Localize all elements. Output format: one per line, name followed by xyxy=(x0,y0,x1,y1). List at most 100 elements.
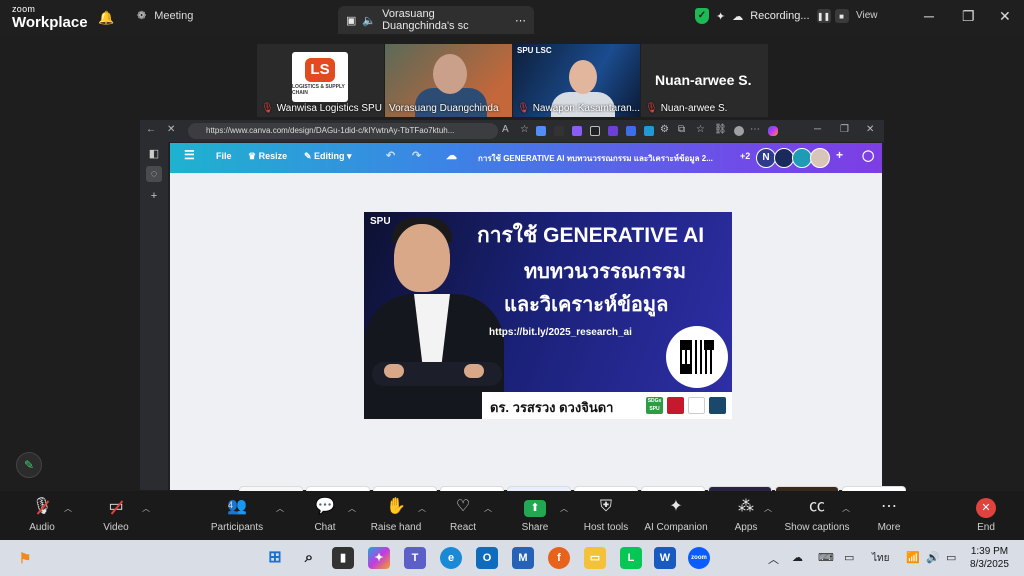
raise-hand-button[interactable]: ✋ Raise hand xyxy=(370,497,422,533)
react-button[interactable]: ♡ React xyxy=(448,497,478,533)
link-icon[interactable]: ⛓ xyxy=(714,124,727,135)
chevron-up-icon[interactable]: ︿ xyxy=(64,503,72,514)
editing-mode-dropdown[interactable]: ✎ Editing ▾ xyxy=(304,151,352,162)
menu-icon[interactable]: ☰ xyxy=(184,148,195,162)
more-icon[interactable]: ⋯ xyxy=(750,124,760,135)
teams-icon[interactable]: T xyxy=(404,547,426,569)
stop-recording-button[interactable]: ■ xyxy=(834,9,849,23)
bell-icon[interactable]: 🔔 xyxy=(98,10,114,26)
app-icon[interactable]: M xyxy=(512,547,534,569)
ai-companion-button[interactable]: ✦ AI Companion xyxy=(643,497,709,533)
minimize-icon[interactable]: ─ xyxy=(924,8,934,24)
edge-icon[interactable]: e xyxy=(440,547,462,569)
extension-icon[interactable] xyxy=(626,126,636,136)
profile-icon[interactable] xyxy=(734,126,744,136)
chevron-up-icon[interactable]: ︿ xyxy=(560,503,568,514)
copilot-icon[interactable]: ✦ xyxy=(368,547,390,569)
system-clock[interactable]: 1:39 PM 8/3/2025 xyxy=(970,545,1009,571)
word-icon[interactable]: W xyxy=(654,547,676,569)
file-explorer-icon[interactable]: ▭ xyxy=(584,547,606,569)
chevron-up-icon[interactable]: ︿ xyxy=(764,503,772,514)
ai-sparkle-icon[interactable]: ✦ xyxy=(716,10,725,23)
captions-button[interactable]: ㏄ Show captions xyxy=(783,497,851,533)
extension-icon[interactable] xyxy=(608,126,618,136)
new-tab-icon[interactable]: + xyxy=(146,188,162,204)
participants-button[interactable]: 👥 4 Participants xyxy=(206,497,268,533)
restore-icon[interactable]: ❐ xyxy=(962,8,975,25)
chat-button[interactable]: 💬 Chat xyxy=(310,497,340,533)
chevron-up-icon[interactable]: ︿ xyxy=(348,503,356,514)
redo-icon[interactable]: ↷ xyxy=(412,149,421,162)
active-tab-icon[interactable]: ◌ xyxy=(146,166,162,182)
address-bar[interactable]: https://www.canva.com/design/DAGu-1did-c… xyxy=(188,123,498,139)
chevron-up-icon[interactable]: ︿ xyxy=(142,503,150,514)
task-view-icon[interactable]: ▮ xyxy=(332,547,354,569)
extension-icon[interactable] xyxy=(644,126,654,136)
favorite-star-icon[interactable]: ☆ xyxy=(520,124,529,135)
end-meeting-button[interactable]: ✕ End xyxy=(973,497,999,533)
participant-tile[interactable]: Nuan-arwee S. 🎙 Nuan-arwee S. xyxy=(641,44,768,117)
restore-icon[interactable]: ❐ xyxy=(840,124,849,135)
battery-icon[interactable]: ▭ xyxy=(946,551,956,564)
audio-button[interactable]: 🎙Audio xyxy=(24,497,60,533)
cloud-saved-icon[interactable]: ☁ xyxy=(446,149,457,162)
tab-actions-icon[interactable]: ◧ xyxy=(146,146,162,162)
tray-app-icon[interactable]: ☁ xyxy=(792,551,803,564)
presentation-slide[interactable]: SPU การใช้ GENERATIVE AI ทบทวนวรรณกรรม แ… xyxy=(364,212,732,419)
copilot-icon[interactable] xyxy=(768,126,778,136)
chevron-up-icon[interactable]: ︿ xyxy=(418,503,426,514)
tab-screen-share[interactable]: ▣ 🔈 Vorasuang Duangchinda's sc ⋯ xyxy=(338,6,534,34)
volume-icon[interactable]: 🔊 xyxy=(926,551,940,564)
more-button[interactable]: ⋯ More xyxy=(874,497,904,533)
outlook-icon[interactable]: O xyxy=(476,547,498,569)
canva-editor-canvas[interactable]: SPU การใช้ GENERATIVE AI ทบทวนวรรณกรรม แ… xyxy=(170,173,905,535)
extension-icon[interactable] xyxy=(572,126,582,136)
extension-icon[interactable]: ⚙ xyxy=(660,124,669,135)
avatar[interactable] xyxy=(792,148,812,168)
start-icon[interactable]: ⊞ xyxy=(264,547,286,569)
pause-recording-button[interactable]: ❚❚ xyxy=(816,9,831,23)
extension-icon[interactable] xyxy=(536,126,546,136)
add-collaborator-icon[interactable]: + xyxy=(836,148,843,162)
back-icon[interactable]: ← xyxy=(146,124,156,135)
host-tools-button[interactable]: ⛨ Host tools xyxy=(581,497,631,533)
resize-button[interactable]: ♛ Resize xyxy=(248,151,287,162)
close-icon[interactable]: ✕ xyxy=(866,124,874,135)
chevron-up-icon[interactable]: ︿ xyxy=(276,503,284,514)
line-icon[interactable]: L xyxy=(620,547,642,569)
view-button[interactable]: View xyxy=(856,10,878,21)
wifi-icon[interactable]: 📶 xyxy=(906,551,920,564)
widgets-icon[interactable]: ⚑ xyxy=(14,547,36,569)
tab-meeting[interactable]: ❁ Meeting xyxy=(137,9,193,23)
favorites-icon[interactable]: ☆ xyxy=(696,124,705,135)
undo-icon[interactable]: ↶ xyxy=(386,149,395,162)
chevron-up-icon[interactable]: ︿ xyxy=(842,503,850,514)
annotate-pen-icon[interactable]: ✎ xyxy=(16,452,42,478)
split-screen-icon[interactable]: ⧉ xyxy=(678,124,685,135)
chevron-up-icon[interactable]: ︿ xyxy=(768,551,779,567)
share-screen-button[interactable]: ⬆ Share xyxy=(519,497,551,533)
participant-tile[interactable]: LS LOGISTICS & SUPPLY CHAIN 🎙 Wanwisa Log… xyxy=(257,44,384,117)
security-shield-icon[interactable]: ✓ xyxy=(695,8,709,24)
file-menu[interactable]: File xyxy=(216,151,232,161)
avatar[interactable] xyxy=(774,148,794,168)
more-options-icon[interactable]: ⋯ xyxy=(515,14,526,27)
minimize-icon[interactable]: ─ xyxy=(814,124,821,135)
close-icon[interactable]: ✕ xyxy=(999,8,1011,25)
avatar[interactable] xyxy=(810,148,830,168)
apps-button[interactable]: ⁂ Apps xyxy=(732,497,760,533)
extension-icon[interactable] xyxy=(554,126,564,136)
participant-tile[interactable]: SPU LSC 🎙 Nawapon Kasamtaran... xyxy=(513,44,640,117)
read-aloud-icon[interactable]: A xyxy=(502,124,509,135)
firefox-icon[interactable]: f xyxy=(548,547,570,569)
collaborators-count[interactable]: +2 xyxy=(740,151,750,161)
zoom-icon[interactable]: zoom xyxy=(688,547,710,569)
tray-app-icon[interactable]: ▭ xyxy=(844,551,854,564)
keyboard-icon[interactable]: ⌨ xyxy=(818,551,834,564)
stop-loading-icon[interactable]: ✕ xyxy=(167,124,175,135)
chevron-up-icon[interactable]: ︿ xyxy=(484,503,492,514)
document-title[interactable]: การใช้ GENERATIVE AI ทบทวนวรรณกรรม และวิ… xyxy=(478,152,718,165)
extension-icon[interactable] xyxy=(590,126,600,136)
avatar[interactable]: N xyxy=(756,148,776,168)
search-icon[interactable]: ⌕ xyxy=(298,547,320,569)
